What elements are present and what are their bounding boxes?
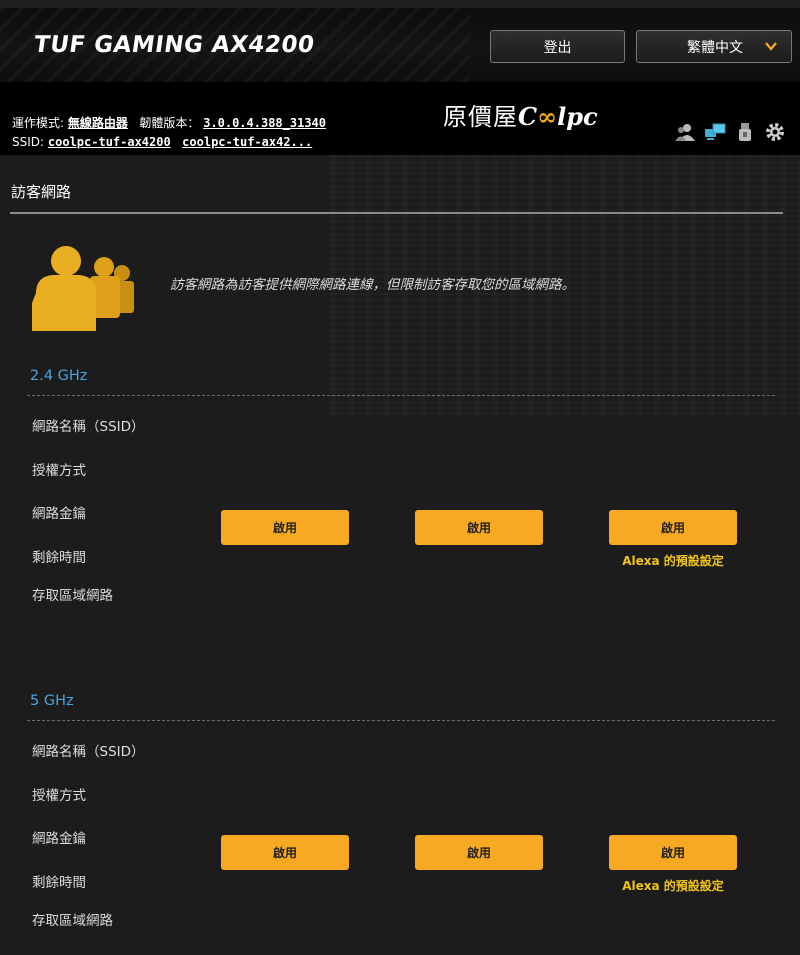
brand-logo: TUF GAMING AX4200: [32, 32, 317, 58]
network-key-label: 網路金鑰: [32, 831, 86, 847]
alexa-default-note: Alexa 的預設設定: [622, 554, 724, 568]
page-title: 訪客網路: [11, 183, 72, 201]
band-title: 2.4 GHz: [30, 368, 88, 384]
chevron-down-icon: [765, 42, 777, 51]
intranet-access-label: 存取區域網路: [32, 588, 113, 604]
enable-button-2[interactable]: 啟用: [415, 510, 543, 545]
alexa-default-note: Alexa 的預設設定: [622, 879, 724, 893]
band-title: 5 GHz: [30, 693, 74, 709]
enable-button-2[interactable]: 啟用: [415, 835, 543, 870]
router-header: TUF GAMING AX4200 登出 繁體中文 運作模式: 無線路由器 韌體…: [0, 0, 800, 155]
watermark-oo: ∞: [537, 102, 558, 131]
ssid-label: SSID:: [12, 135, 45, 149]
status-icon-bar: [674, 121, 786, 143]
network-key-label: 網路金鑰: [32, 506, 86, 522]
auth-method-label: 授權方式: [32, 788, 86, 804]
title-divider: [10, 212, 783, 214]
operation-mode-link[interactable]: 無線路由器: [68, 116, 128, 130]
network-map-icon[interactable]: [704, 121, 726, 143]
watermark-lpc: lpc: [557, 102, 598, 131]
logout-button[interactable]: 登出: [490, 30, 625, 63]
band-divider: [27, 395, 775, 396]
settings-gear-icon[interactable]: [764, 121, 786, 143]
auth-method-label: 授權方式: [32, 463, 86, 479]
guest-network-panel: 訪客網路 訪客網路為訪客提供網際網路連線，但限制訪客存取您的區域網路。 2.4 …: [0, 155, 800, 955]
ssid-5-link[interactable]: coolpc-tuf-ax42...: [182, 135, 312, 149]
guest-network-description: 訪客網路為訪客提供網際網路連線，但限制訪客存取您的區域網路。: [170, 277, 575, 293]
ssid-row: SSID: coolpc-tuf-ax4200 coolpc-tuf-ax42.…: [12, 135, 312, 149]
band-divider: [27, 720, 775, 721]
remaining-time-label: 剩餘時間: [32, 550, 86, 566]
enable-button-3[interactable]: 啟用: [609, 510, 737, 545]
enable-button-1[interactable]: 啟用: [221, 510, 349, 545]
usb-icon[interactable]: [734, 121, 756, 143]
language-select[interactable]: 繁體中文: [636, 30, 792, 63]
ssid-field-label: 網路名稱（SSID）: [32, 744, 145, 760]
client-users-icon[interactable]: [674, 121, 696, 143]
ssid-field-label: 網路名稱（SSID）: [32, 419, 145, 435]
firmware-label: 韌體版本：: [139, 116, 200, 130]
enable-button-1[interactable]: 啟用: [221, 835, 349, 870]
firmware-version-link[interactable]: 3.0.0.4.388_31340: [203, 116, 326, 130]
operation-mode-label: 運作模式:: [12, 116, 65, 130]
intranet-access-label: 存取區域網路: [32, 913, 113, 929]
remaining-time-label: 剩餘時間: [32, 875, 86, 891]
operation-mode-row: 運作模式: 無線路由器 韌體版本： 3.0.0.4.388_31340: [12, 114, 326, 131]
guest-users-icon: [32, 246, 134, 331]
watermark-logo: 原價屋C∞lpc: [443, 97, 598, 132]
watermark-c: C: [518, 102, 538, 131]
enable-button-3[interactable]: 啟用: [609, 835, 737, 870]
watermark-cn: 原價屋: [443, 103, 518, 131]
ssid-24-link[interactable]: coolpc-tuf-ax4200: [48, 135, 171, 149]
